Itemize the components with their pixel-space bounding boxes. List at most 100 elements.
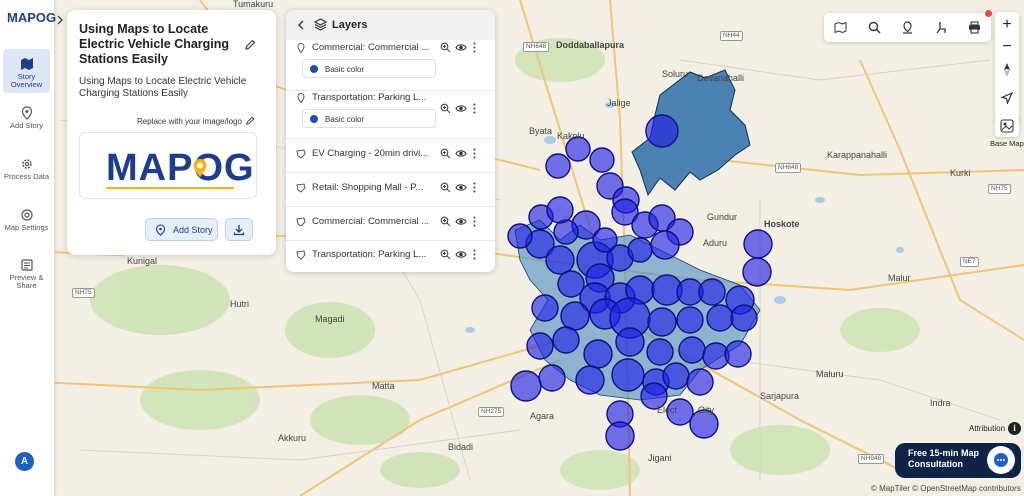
layers-title: Layers [332, 19, 368, 31]
more-options-icon[interactable] [472, 216, 477, 227]
more-options-icon[interactable] [472, 103, 477, 114]
visibility-eye-icon[interactable] [455, 182, 467, 193]
layer-item[interactable]: Commercial: Commercial ... [286, 206, 495, 241]
map-layers-icon[interactable] [834, 21, 847, 34]
visibility-eye-icon[interactable] [455, 103, 467, 114]
replace-image-link[interactable]: Replace with your image/logo [137, 117, 242, 126]
collapse-chevron-icon[interactable] [55, 12, 65, 28]
layer-name: Transportation: Parking L... [312, 92, 427, 103]
charging-station-buffer[interactable] [526, 332, 554, 360]
charging-station-buffer[interactable] [645, 114, 679, 148]
charging-station-buffer[interactable] [611, 358, 645, 392]
street-view-icon[interactable] [935, 21, 948, 34]
layer-item[interactable]: Retail: Shopping Mall - P... [286, 172, 495, 207]
charging-station-buffer[interactable] [615, 327, 645, 357]
layer-style-swatch[interactable]: Basic color [302, 59, 436, 78]
add-story-label: Add Story [173, 225, 213, 235]
map-label: Tumakuru [233, 0, 274, 9]
map-label: Byata [529, 126, 553, 136]
charging-station-buffer[interactable] [592, 227, 618, 253]
charging-station-buffer[interactable] [553, 219, 579, 245]
back-chevron-icon[interactable] [296, 19, 306, 31]
edit-image-pencil-icon[interactable] [246, 116, 255, 125]
search-icon[interactable] [868, 21, 881, 34]
navigate-arrow-icon[interactable] [1001, 92, 1013, 104]
more-options-icon[interactable] [472, 249, 477, 260]
layer-style-swatch[interactable]: Basic color [302, 109, 436, 128]
more-options-icon[interactable] [472, 182, 477, 193]
edit-title-pencil-icon[interactable] [245, 39, 256, 50]
charging-station-buffer[interactable] [678, 336, 706, 364]
charging-station-buffer[interactable] [743, 229, 773, 259]
zoom-to-layer-icon[interactable] [440, 103, 451, 114]
charging-station-buffer[interactable] [662, 362, 690, 390]
charging-station-buffer[interactable] [706, 304, 734, 332]
charging-station-buffer[interactable] [552, 326, 580, 354]
location-pin-icon[interactable] [901, 21, 914, 34]
polygon-layer-icon [296, 149, 306, 159]
charging-station-buffer[interactable] [686, 368, 714, 396]
map-label: Sarjapura [760, 391, 800, 401]
more-options-icon[interactable] [472, 148, 477, 159]
visibility-eye-icon[interactable] [455, 216, 467, 227]
app-logo: MAPOG [7, 10, 57, 25]
zoom-to-layer-icon[interactable] [440, 216, 451, 227]
map-label: Kakolu [557, 131, 585, 141]
charging-station-buffer[interactable] [724, 340, 752, 368]
zoom-in-button[interactable]: + [995, 14, 1019, 36]
map-label: Karappanahalli [827, 150, 888, 160]
sidebar-item-story-overview[interactable]: Story Overview [3, 49, 50, 93]
charging-station-buffer[interactable] [531, 294, 559, 322]
visibility-eye-icon[interactable] [455, 249, 467, 260]
zoom-to-layer-icon[interactable] [440, 249, 451, 260]
sidebar-item-add-story[interactable]: Add Story [3, 106, 50, 130]
add-story-button[interactable]: Add Story [145, 218, 218, 241]
charging-station-buffer[interactable] [575, 365, 605, 395]
charging-station-buffer[interactable] [627, 237, 653, 263]
attribution-label[interactable]: Attribution [969, 424, 1005, 433]
zoom-to-layer-icon[interactable] [440, 148, 451, 159]
chat-button[interactable] [987, 446, 1015, 474]
charging-station-buffer[interactable] [545, 153, 571, 179]
visibility-eye-icon[interactable] [455, 42, 467, 53]
zoom-to-layer-icon[interactable] [440, 42, 451, 53]
layer-item[interactable]: Transportation: Parking L... Basic color [286, 90, 495, 139]
charging-station-buffer[interactable] [583, 339, 613, 369]
charging-station-buffer[interactable] [545, 245, 575, 275]
user-avatar[interactable]: A [15, 452, 34, 471]
charging-station-buffer[interactable] [538, 364, 566, 392]
road-label: NH275 [478, 407, 505, 417]
zoom-out-button[interactable]: − [995, 36, 1019, 58]
logo-underline [106, 187, 234, 189]
charging-station-buffer[interactable] [650, 230, 680, 260]
print-icon[interactable] [968, 21, 981, 34]
sidebar-item-map-settings[interactable]: Map Settings [3, 208, 50, 232]
more-options-icon[interactable] [472, 42, 477, 53]
sidebar-item-process-data[interactable]: Process Data [3, 157, 50, 181]
info-icon[interactable]: i [1008, 422, 1021, 435]
zoom-to-layer-icon[interactable] [440, 182, 451, 193]
download-button[interactable] [225, 218, 253, 241]
mapog-logo-text: MAPOG [106, 147, 255, 189]
charging-station-buffer[interactable] [742, 257, 772, 287]
sidebar-item-preview-share[interactable]: Preview & Share [3, 258, 50, 290]
layer-item[interactable]: Commercial: Commercial ... Basic color [286, 40, 495, 91]
charging-station-buffer[interactable] [605, 421, 635, 451]
charging-station-buffer[interactable] [589, 147, 615, 173]
layer-item[interactable]: Transportation: Parking L... [286, 240, 495, 272]
zoom-controls: + − [995, 12, 1019, 122]
charging-station-buffer[interactable] [507, 223, 533, 249]
charging-station-buffer[interactable] [546, 196, 574, 224]
charging-station-buffer[interactable] [698, 278, 726, 306]
consultation-widget[interactable]: Free 15-min Map Consultation [895, 443, 1021, 478]
charging-station-buffer[interactable] [560, 301, 590, 331]
compass-label [997, 76, 1017, 82]
visibility-eye-icon[interactable] [455, 148, 467, 159]
charging-station-buffer[interactable] [510, 370, 542, 402]
charging-station-buffer[interactable] [646, 338, 674, 366]
basemap-button[interactable] [995, 115, 1019, 137]
charging-station-buffer[interactable] [730, 304, 758, 332]
charging-station-buffer[interactable] [676, 306, 704, 334]
layer-item[interactable]: EV Charging - 20min drivi... [286, 138, 495, 173]
charging-station-buffer[interactable] [647, 307, 677, 337]
